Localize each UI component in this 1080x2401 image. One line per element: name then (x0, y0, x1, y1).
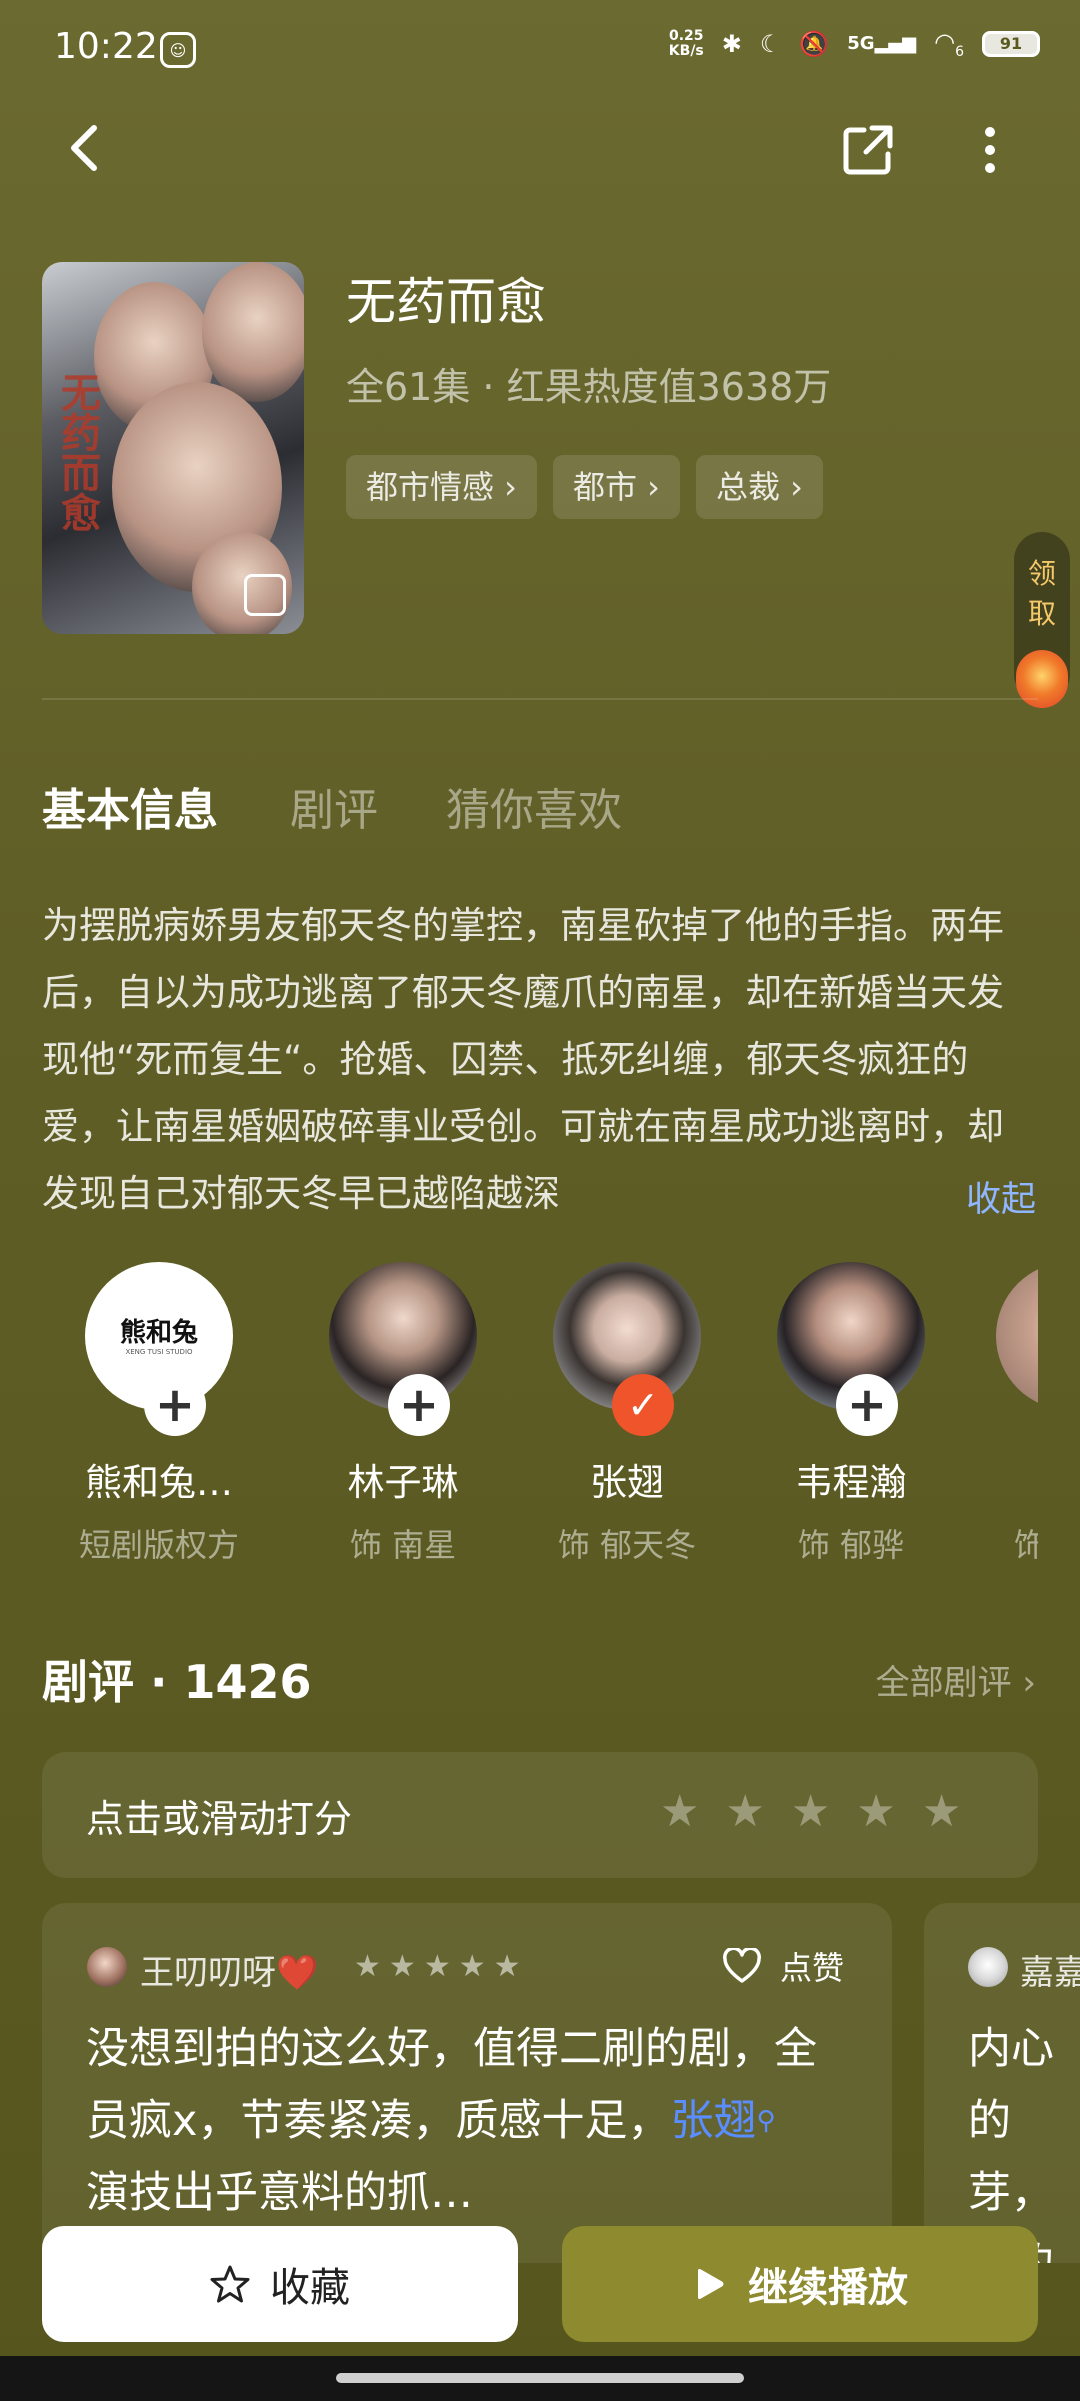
reviews-title: 剧评 · 1426 (42, 1655, 312, 1709)
network-speed: 0.25 KB/s (668, 27, 704, 59)
reward-label: 领取 (1027, 557, 1056, 630)
star-icon: ★ (458, 1949, 486, 1984)
follow-button[interactable]: + (144, 1374, 206, 1436)
status-icons: 0.25 KB/s ✱ ☾ 🔕 5G▂▄▆ ◠6 91 (669, 28, 1040, 60)
cast-role: 饰 郁天冬 (557, 1526, 697, 1564)
chevron-left-icon (71, 125, 97, 171)
divider (42, 698, 1038, 700)
actor-tag-link[interactable]: 张翅⚲ (670, 2096, 775, 2146)
all-reviews-link[interactable]: 全部剧评 › (876, 1655, 1036, 1704)
follow-button[interactable]: + (836, 1374, 898, 1436)
cast-name: 林子琳 (347, 1461, 459, 1504)
reviewer-name: 嘉嘉 (1020, 1953, 1080, 1993)
show-meta: 全61集 · 红果热度值3638万 (346, 365, 832, 409)
tab-basic-info[interactable]: 基本信息 (42, 774, 218, 838)
reviewer-avatar (968, 1947, 1008, 1987)
reviewer-avatar (87, 1947, 127, 1987)
producer-logo: 熊和兔 XENG TUSI STUDIO + (85, 1262, 233, 1436)
rating-prompt: 点击或滑动打分 (86, 1797, 353, 1841)
poster-image[interactable]: 无药而愈 (42, 262, 304, 634)
star-icon[interactable]: ★ (725, 1790, 764, 1834)
cast-item[interactable]: 熊和兔 XENG TUSI STUDIO + 熊和兔… 短剧版权方 (69, 1262, 249, 1564)
bluetooth-icon: ✱ (721, 29, 742, 58)
moon-icon: ☾ (759, 29, 782, 58)
star-icon[interactable]: ★ (791, 1790, 830, 1834)
review-card[interactable]: 王叨叨呀❤️ ★ ★ ★ ★ ★ 点赞 没想到拍的这么好，值得二刷的剧，全员疯x… (42, 1903, 892, 2263)
app-notification-icon: ☺ (160, 32, 196, 68)
search-icon: ⚲ (756, 2106, 776, 2136)
star-icon[interactable]: ★ (856, 1790, 895, 1834)
cast-item[interactable]: + 林子琳 饰 南星 (313, 1262, 493, 1564)
share-icon (843, 125, 893, 175)
photo-gallery-icon[interactable] (244, 574, 286, 616)
star-icon: ★ (423, 1949, 451, 1984)
cast-role: 饰 (1014, 1526, 1038, 1564)
more-vertical-icon (985, 127, 995, 173)
cast-item[interactable]: + 韦程瀚 饰 郁骅 (761, 1262, 941, 1564)
like-button[interactable]: 点赞 (722, 1943, 844, 1989)
cast-avatar: ✓ (553, 1262, 701, 1436)
favorite-button[interactable]: 收藏 (42, 2226, 518, 2342)
cast-role: 短剧版权方 (78, 1526, 239, 1564)
status-time: 10:22 (54, 26, 158, 67)
cast-name: 张翅 (590, 1461, 664, 1504)
show-title: 无药而愈 (346, 273, 546, 331)
star-icon: ★ (354, 1949, 381, 1984)
star-icon[interactable]: ★ (660, 1790, 699, 1834)
continue-play-button[interactable]: 继续播放 (562, 2226, 1038, 2342)
cast-item[interactable]: ✓ 张翅 饰 郁天冬 (537, 1262, 717, 1564)
poster-title-art: 无药而愈 (54, 372, 100, 532)
tab-reviews[interactable]: 剧评 (290, 774, 378, 838)
star-icon: ★ (388, 1949, 416, 1984)
more-button[interactable] (970, 120, 1010, 180)
review-card[interactable]: 嘉嘉 内心的芽，到的时代 (924, 1903, 1080, 2263)
home-indicator[interactable] (336, 2373, 744, 2383)
reviewer-name: 王叨叨呀❤️ (140, 1953, 319, 1993)
cast-name: 熊和兔… (85, 1461, 233, 1504)
signal-icon: 5G▂▄▆ (847, 33, 917, 55)
cast-item-partial[interactable]: 饰 (996, 1262, 1038, 1602)
star-icon[interactable]: ★ (922, 1790, 961, 1834)
genre-tag[interactable]: 都市情感 › (346, 455, 537, 519)
cast-role: 饰 南星 (349, 1526, 457, 1564)
share-button[interactable] (838, 120, 898, 180)
review-stars: ★ ★ ★ ★ ★ (354, 1949, 521, 1984)
genre-tags: 都市情感 › 都市 › 总裁 › (346, 455, 823, 519)
collapse-button[interactable]: 收起 (966, 1171, 1036, 1222)
mute-icon: 🔕 (799, 29, 830, 58)
genre-tag[interactable]: 总裁 › (695, 455, 823, 519)
tab-recommendations[interactable]: 猜你喜欢 (446, 774, 622, 838)
battery-icon: 91 (982, 30, 1040, 57)
back-button[interactable] (58, 118, 114, 178)
play-icon (698, 2269, 724, 2299)
heart-icon (723, 1948, 761, 1983)
cast-name: 韦程瀚 (795, 1461, 907, 1504)
follow-button[interactable]: + (388, 1374, 450, 1436)
rating-stars[interactable]: ★ ★ ★ ★ ★ (660, 1790, 961, 1834)
poster-face (202, 262, 304, 402)
cast-avatar: + (777, 1262, 925, 1436)
wifi-icon: ◠6 (934, 28, 964, 60)
cast-avatar (996, 1262, 1038, 1410)
star-icon (210, 2265, 250, 2303)
followed-check-button[interactable]: ✓ (612, 1374, 674, 1436)
genre-tag[interactable]: 都市 › (552, 455, 680, 519)
synopsis: 为摆脱病娇男友郁天冬的掌控，南星砍掉了他的手指。两年后，自以为成功逃离了郁天冬魔… (42, 904, 1004, 1215)
reward-button[interactable]: 领取 (1014, 532, 1070, 708)
star-icon: ★ (493, 1949, 521, 1984)
cast-role: 饰 郁骅 (797, 1526, 905, 1564)
cast-avatar: + (329, 1262, 477, 1436)
review-text: 没想到拍的这么好，值得二刷的剧，全员疯x，节奏紧凑，质感十足，张翅⚲ 演技出乎意… (86, 2024, 817, 2218)
